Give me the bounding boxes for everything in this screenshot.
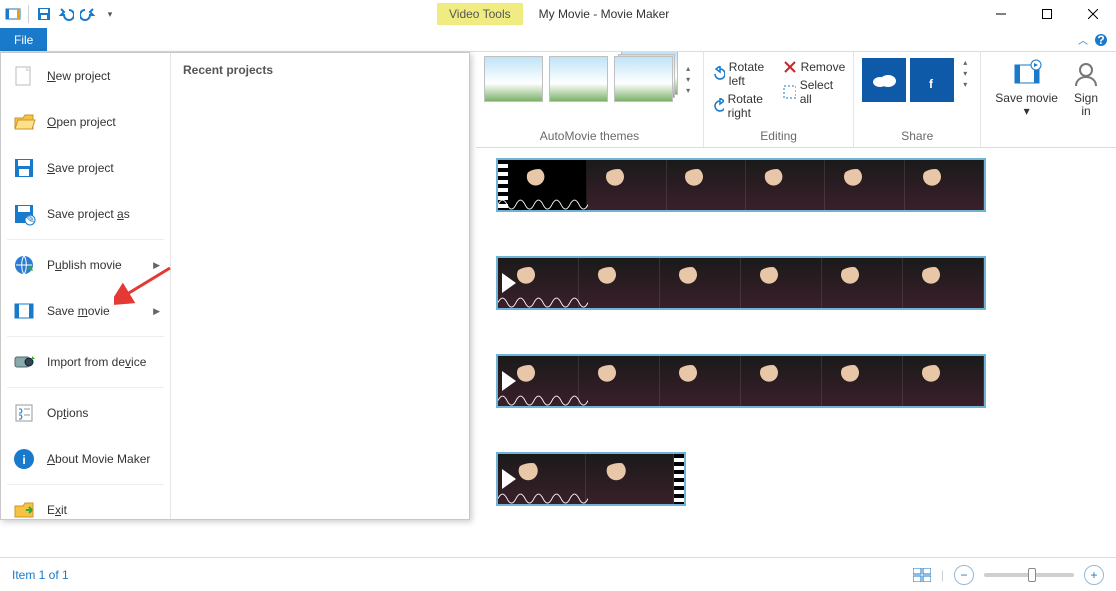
video-clip[interactable] [496, 452, 686, 506]
app-icon [4, 5, 22, 23]
file-menu-dropdown: New project Open project Save project ✎ Save… [0, 52, 470, 520]
play-indicator-icon [502, 371, 516, 391]
file-menu-label: Publish movie [47, 258, 122, 272]
file-menu-label: Open project [47, 115, 116, 129]
audio-waveform [498, 192, 588, 210]
video-clip[interactable] [496, 354, 986, 408]
savemovie-icon [11, 298, 37, 324]
file-menu-saveas[interactable]: ✎ Save project as [1, 191, 170, 237]
svg-text:✎: ✎ [25, 212, 35, 226]
file-menu-about[interactable]: i About Movie Maker [1, 436, 170, 482]
new-icon [11, 63, 37, 89]
qat-save-icon[interactable] [35, 5, 53, 23]
file-menu-label: Import from device [47, 355, 146, 369]
zoom-out-button[interactable]: − [954, 565, 974, 585]
file-menu-save[interactable]: Save project [1, 145, 170, 191]
automovie-theme-thumb[interactable] [614, 56, 673, 102]
close-button[interactable] [1070, 0, 1116, 28]
options-icon [11, 400, 37, 426]
file-menu-import[interactable]: Import from device [1, 339, 170, 385]
remove-button[interactable]: Remove [783, 60, 846, 74]
clip-end-arrow [984, 354, 986, 408]
file-menu-label: Exit [47, 503, 67, 517]
file-menu-label: New project [47, 69, 110, 83]
svg-text:?: ? [1097, 33, 1104, 47]
automovie-themes-more[interactable]: ▴▾▾ [681, 64, 695, 95]
rotate-right-button[interactable]: Rotate right [712, 92, 773, 120]
file-menu-label: Save movie [47, 304, 110, 318]
window-title: My Movie - Movie Maker [539, 7, 670, 21]
play-indicator-icon [502, 273, 516, 293]
minimize-button[interactable] [978, 0, 1024, 28]
svg-text:i: i [22, 453, 25, 467]
clip-end-arrow [984, 256, 986, 310]
import-icon [11, 349, 37, 375]
maximize-button[interactable] [1024, 0, 1070, 28]
help-icon[interactable]: ? [1094, 33, 1108, 47]
share-facebook-button[interactable]: f [910, 58, 954, 102]
automovie-theme-thumb[interactable] [549, 56, 608, 102]
exit-icon [11, 497, 37, 523]
ribbon-collapse-icon[interactable]: ︿ [1078, 32, 1088, 47]
svg-text:f: f [929, 77, 934, 91]
video-tools-contextual-tab[interactable]: Video Tools [437, 3, 523, 25]
annotation-arrow [114, 264, 174, 308]
qat-redo-icon[interactable] [79, 5, 97, 23]
video-clip[interactable] [496, 256, 986, 310]
file-menu-label: Save project as [47, 207, 130, 221]
saveas-icon: ✎ [11, 201, 37, 227]
recent-projects-heading: Recent projects [183, 63, 457, 77]
automovie-theme-thumb[interactable] [484, 56, 543, 102]
file-menu-open[interactable]: Open project [1, 99, 170, 145]
qat-customize-dropdown[interactable]: ▾ [101, 5, 119, 23]
play-indicator-icon [502, 469, 516, 489]
group-label-share: Share [862, 129, 972, 145]
file-menu-exit[interactable]: Exit [1, 487, 170, 533]
file-menu-label: Save project [47, 161, 114, 175]
open-icon [11, 109, 37, 135]
group-label-automovie: AutoMovie themes [484, 129, 695, 145]
zoom-slider[interactable] [984, 573, 1074, 577]
timeline-panel[interactable] [476, 148, 1116, 555]
file-tab[interactable]: File [0, 28, 47, 51]
publish-icon [11, 252, 37, 278]
rotate-left-button[interactable]: Rotate left [712, 60, 773, 88]
file-menu-options[interactable]: Options [1, 390, 170, 436]
group-label-editing: Editing [712, 129, 845, 145]
status-item-count: Item 1 of 1 [12, 568, 69, 582]
video-clip[interactable] [496, 158, 986, 212]
save-movie-button[interactable]: Save movie ▾ [989, 56, 1064, 120]
select-all-button[interactable]: Select all [783, 78, 846, 106]
file-menu-new[interactable]: New project [1, 53, 170, 99]
sign-in-button[interactable]: Sign in [1064, 56, 1108, 120]
file-menu-label: About Movie Maker [47, 452, 150, 466]
share-more-dropdown[interactable]: ▴▾▾ [958, 58, 972, 89]
save-icon [11, 155, 37, 181]
zoom-in-button[interactable]: + [1084, 565, 1104, 585]
view-thumbnails-button[interactable] [913, 568, 931, 582]
about-icon: i [11, 446, 37, 472]
share-onedrive-button[interactable] [862, 58, 906, 102]
film-perforation [674, 454, 684, 504]
qat-undo-icon[interactable] [57, 5, 75, 23]
clip-end-arrow [984, 158, 986, 212]
file-menu-label: Options [47, 406, 88, 420]
